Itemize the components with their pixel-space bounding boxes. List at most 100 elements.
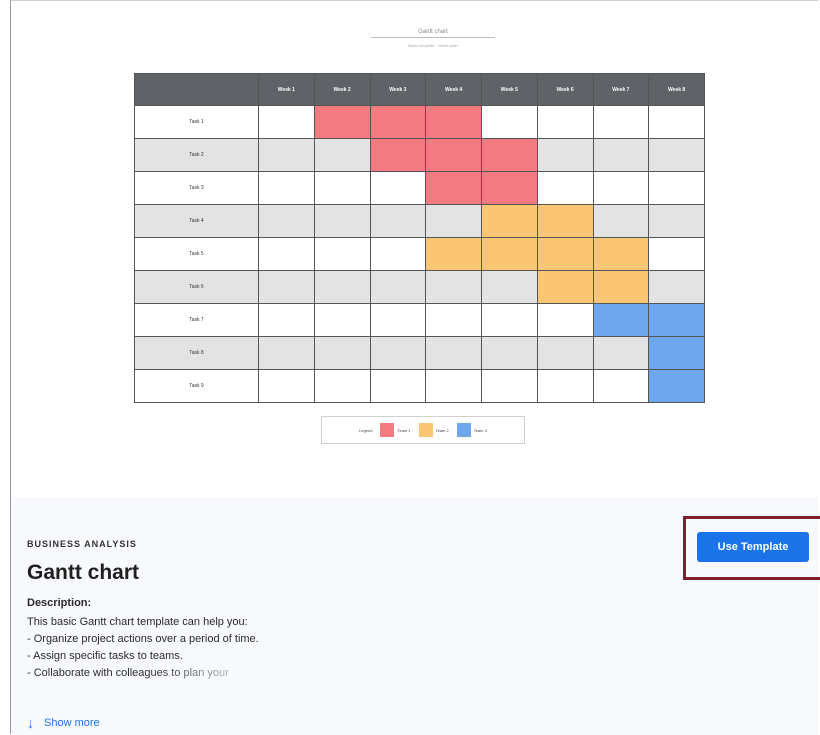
gantt-row: Task 8 xyxy=(134,336,705,370)
gantt-cell xyxy=(369,270,427,304)
gantt-cell xyxy=(648,204,705,238)
gantt-row: Task 9 xyxy=(134,369,705,403)
gantt-bar-segment xyxy=(536,270,594,304)
description-label: Description: xyxy=(27,597,92,609)
week-header: Week 2 xyxy=(313,73,371,106)
gantt-cell xyxy=(313,369,371,403)
legend-swatch xyxy=(456,423,471,437)
gantt-bar-segment xyxy=(369,105,427,139)
week-header: Week 1 xyxy=(258,73,315,106)
description-text: This basic Gantt chart template can help… xyxy=(27,614,259,682)
gantt-cell xyxy=(313,303,371,337)
gantt-cell xyxy=(369,204,427,238)
legend-item-label: Team 2 xyxy=(435,427,449,433)
gantt-row: Task 7 xyxy=(134,303,705,337)
task-name-cell: Task 7 xyxy=(134,303,259,337)
category-label: BUSINESS ANALYSIS xyxy=(27,539,137,549)
gantt-bar-segment xyxy=(369,138,427,172)
gantt-cell xyxy=(592,204,650,238)
task-name-cell: Task 9 xyxy=(134,369,259,403)
legend-swatch xyxy=(418,423,433,437)
gantt-row: Task 2 xyxy=(134,138,705,172)
week-header: Week 6 xyxy=(536,73,594,106)
gantt-cell xyxy=(592,138,650,172)
task-column-header xyxy=(134,73,259,106)
gantt-cell xyxy=(313,237,371,271)
task-name-cell: Task 3 xyxy=(134,171,259,205)
chart-subtitle: Basic template · Gantt chart xyxy=(408,43,458,48)
gantt-row: Task 3 xyxy=(134,171,705,205)
gantt-cell xyxy=(369,336,427,370)
gantt-bar-segment xyxy=(592,303,650,337)
gantt-cell xyxy=(592,369,650,403)
gantt-cell xyxy=(425,369,482,403)
gantt-bar-segment xyxy=(481,204,538,238)
chart-legend: Legend Team 1 Team 2 Team 3 xyxy=(321,416,525,444)
description-line: - Assign specific tasks to teams. xyxy=(27,650,183,662)
gantt-cell xyxy=(536,105,594,139)
gantt-bar-segment xyxy=(592,270,650,304)
gantt-bar-segment xyxy=(481,138,538,172)
gantt-cell xyxy=(648,270,705,304)
gantt-cell xyxy=(369,303,427,337)
gantt-cell xyxy=(536,336,594,370)
gantt-cell xyxy=(258,303,315,337)
use-template-button[interactable]: Use Template xyxy=(697,532,809,562)
gantt-bar-segment xyxy=(592,237,650,271)
show-more-link[interactable]: ↓ Show more xyxy=(27,715,100,731)
gantt-cell xyxy=(258,138,315,172)
gantt-cell xyxy=(425,303,482,337)
gantt-table: Week 1 Week 2 Week 3 Week 4 Week 5 Week 6 Week… xyxy=(134,73,705,403)
task-name-cell: Task 6 xyxy=(134,270,259,304)
task-name-cell: Task 5 xyxy=(134,237,259,271)
gantt-cell xyxy=(313,171,371,205)
gantt-cell xyxy=(258,369,315,403)
gantt-cell xyxy=(425,336,482,370)
gantt-bar-segment xyxy=(536,204,594,238)
gantt-bar-segment xyxy=(425,237,482,271)
gantt-cell xyxy=(258,171,315,205)
gantt-cell xyxy=(425,270,482,304)
week-header: Week 7 xyxy=(592,73,650,106)
template-title: Gantt chart xyxy=(27,561,140,584)
template-preview: Gantt chart Basic template · Gantt chart… xyxy=(11,1,819,497)
task-name-cell: Task 4 xyxy=(134,204,259,238)
gantt-cell xyxy=(258,204,315,238)
gantt-header-row: Week 1 Week 2 Week 3 Week 4 Week 5 Week 6 Week… xyxy=(134,73,705,106)
gantt-row: Task 1 xyxy=(134,105,705,139)
gantt-cell xyxy=(592,171,650,205)
gantt-cell xyxy=(313,138,371,172)
gantt-bar-segment xyxy=(481,237,538,271)
week-header: Week 3 xyxy=(369,73,427,106)
gantt-cell xyxy=(536,303,594,337)
gantt-bar-segment xyxy=(425,138,482,172)
gantt-cell xyxy=(648,237,705,271)
gantt-cell xyxy=(258,105,315,139)
show-more-label: Show more xyxy=(44,717,100,729)
legend-item-label: Team 3 xyxy=(473,427,487,433)
description-line: - Collaborate with colleagues to plan yo… xyxy=(27,665,259,682)
gantt-cell xyxy=(313,204,371,238)
gantt-cell xyxy=(425,204,482,238)
week-header: Week 4 xyxy=(425,73,482,106)
task-name-cell: Task 2 xyxy=(134,138,259,172)
description-line: This basic Gantt chart template can help… xyxy=(27,616,248,628)
gantt-cell xyxy=(481,270,538,304)
gantt-cell xyxy=(536,138,594,172)
chart-title: Gantt chart xyxy=(371,29,495,38)
gantt-cell xyxy=(481,105,538,139)
gantt-bar-segment xyxy=(481,171,538,205)
arrow-down-icon: ↓ xyxy=(27,715,34,731)
gantt-bar-segment xyxy=(648,369,705,403)
gantt-cell xyxy=(313,336,371,370)
gantt-row: Task 5 xyxy=(134,237,705,271)
legend-item: Team 3 xyxy=(456,423,487,437)
gantt-bar-segment xyxy=(313,105,371,139)
gantt-cell xyxy=(592,336,650,370)
gantt-cell xyxy=(536,369,594,403)
gantt-cell xyxy=(313,270,371,304)
legend-item: Team 2 xyxy=(418,423,449,437)
gantt-cell xyxy=(536,171,594,205)
gantt-cell xyxy=(592,105,650,139)
gantt-cell xyxy=(258,237,315,271)
